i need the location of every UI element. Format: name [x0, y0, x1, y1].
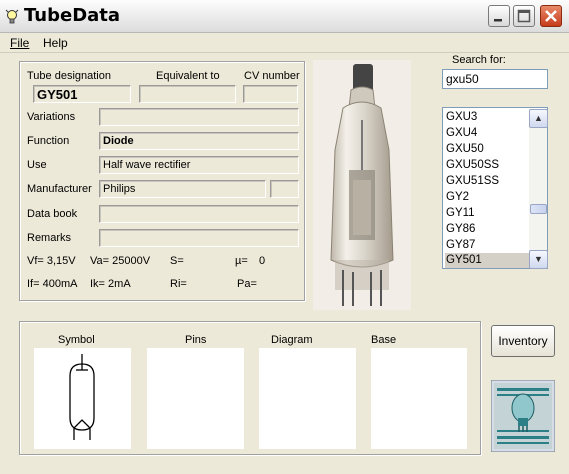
cv-field[interactable]	[243, 85, 298, 103]
databook-field[interactable]	[99, 205, 299, 223]
app-logo	[491, 380, 555, 452]
list-item[interactable]: GXU3	[445, 110, 542, 125]
list-item[interactable]: GY86	[445, 222, 542, 237]
param-ik: Ik= 2mA	[90, 278, 131, 290]
list-item-selected[interactable]: GY501	[445, 253, 542, 268]
tube-list[interactable]: GXU3 GXU4 GXU50 GXU50SS GXU51SS GY2 GY11…	[442, 107, 548, 269]
symbol-pane	[34, 348, 131, 449]
symbol-label: Symbol	[58, 334, 95, 346]
designation-field[interactable]: GY501	[33, 85, 131, 103]
scroll-thumb[interactable]	[530, 204, 547, 214]
maximize-icon	[517, 9, 531, 23]
window-title: TubeData	[24, 5, 121, 26]
cv-label: CV number	[244, 70, 300, 82]
function-field[interactable]: Diode	[99, 132, 299, 150]
param-ri: Ri=	[170, 278, 187, 290]
chevron-down-icon: ▼	[534, 254, 543, 264]
manufacturer-extra-field[interactable]	[270, 180, 299, 198]
list-item[interactable]: GXU50SS	[445, 158, 542, 173]
param-pa: Pa=	[237, 278, 257, 290]
list-item[interactable]: GY87	[445, 238, 542, 253]
close-button[interactable]	[540, 5, 562, 27]
manufacturer-label: Manufacturer	[27, 183, 92, 195]
diagram-pane	[259, 348, 356, 449]
chevron-up-icon: ▲	[534, 113, 543, 123]
remarks-label: Remarks	[27, 232, 72, 244]
list-item[interactable]: GY11	[445, 206, 542, 221]
use-field[interactable]: Half wave rectifier	[99, 156, 299, 174]
use-label: Use	[27, 159, 47, 171]
param-mu-value: 0	[259, 255, 266, 267]
pins-pane	[147, 348, 244, 449]
scroll-down-button[interactable]: ▼	[529, 250, 548, 269]
variations-label: Variations	[27, 111, 76, 123]
lightbulb-icon	[5, 9, 19, 24]
param-vf: Vf= 3,15V	[27, 255, 76, 267]
param-if: If= 400mA	[27, 278, 78, 290]
close-icon	[545, 10, 557, 22]
menu-help[interactable]: Help	[43, 36, 68, 50]
function-label: Function	[27, 135, 70, 147]
tube-photo	[313, 60, 411, 310]
menu-file[interactable]: File	[10, 36, 29, 50]
list-item[interactable]: GY2	[445, 190, 542, 205]
scroll-up-button[interactable]: ▲	[529, 109, 548, 128]
list-item[interactable]: GXU51SS	[445, 174, 542, 189]
param-s: S=	[170, 255, 184, 267]
diagram-label: Diagram	[271, 334, 313, 346]
maximize-button[interactable]	[513, 5, 535, 27]
list-item[interactable]: GXU50	[445, 142, 542, 157]
remarks-field[interactable]	[99, 229, 299, 247]
base-label: Base	[371, 334, 397, 346]
base-pane	[371, 348, 467, 449]
minimize-icon	[494, 19, 502, 22]
databook-label: Data book	[27, 208, 78, 220]
menu-bar	[0, 33, 569, 53]
list-item[interactable]: GXU4	[445, 126, 542, 141]
param-mu-label: µ=	[235, 255, 248, 267]
equivalent-field[interactable]	[139, 85, 236, 103]
pins-label: Pins	[185, 334, 207, 346]
minimize-button[interactable]	[488, 5, 510, 27]
search-label: Search for:	[452, 54, 506, 66]
list-scrollbar[interactable]	[529, 109, 547, 267]
equivalent-label: Equivalent to	[156, 70, 220, 82]
param-va: Va= 25000V	[90, 255, 151, 267]
manufacturer-field[interactable]: Philips	[99, 180, 266, 198]
variations-field[interactable]	[99, 108, 299, 126]
designation-label: Tube designation	[27, 70, 111, 82]
search-input[interactable]: gxu50	[442, 69, 548, 89]
inventory-button[interactable]: Inventory	[491, 325, 555, 357]
diode-symbol-icon	[69, 354, 95, 440]
